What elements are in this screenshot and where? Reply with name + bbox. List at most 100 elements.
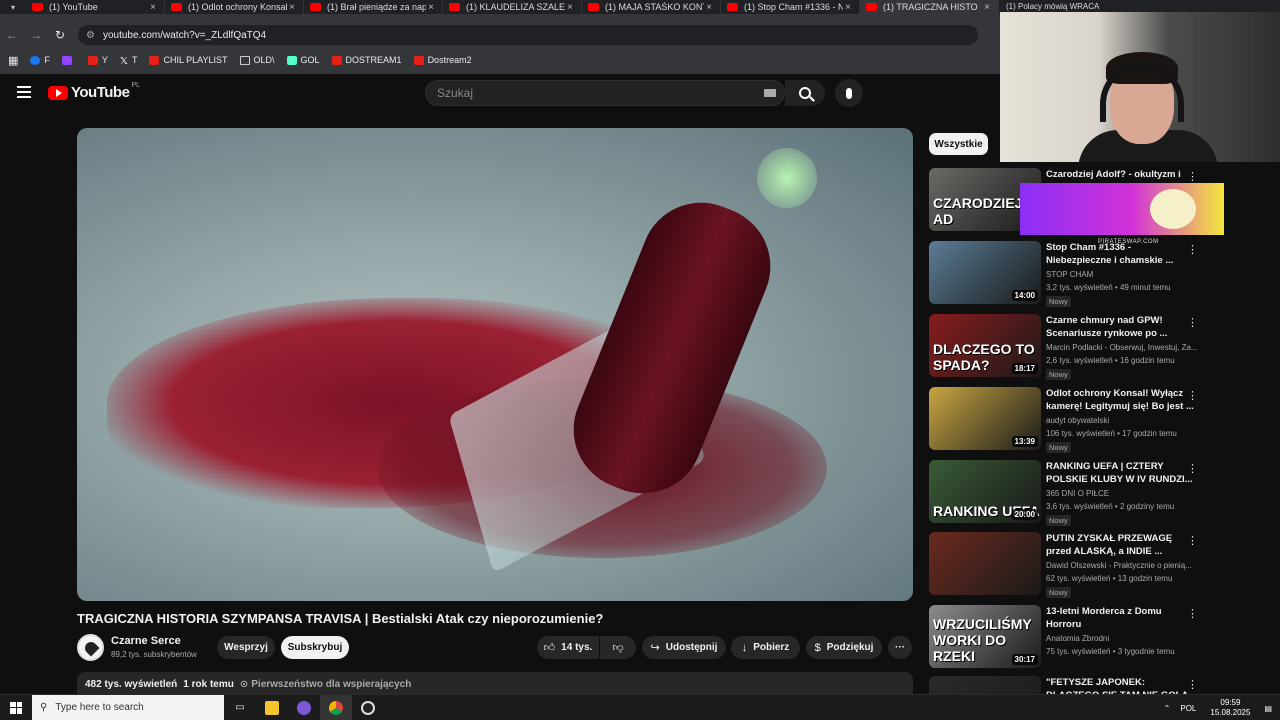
more-options-icon[interactable]: ⋮	[1187, 243, 1198, 256]
close-icon[interactable]: ×	[287, 2, 297, 13]
apps-icon[interactable]: ▦	[8, 54, 18, 67]
tab-search-button[interactable]: ▾	[0, 0, 26, 14]
more-options-icon[interactable]: ⋮	[1187, 678, 1198, 691]
recommendation-title[interactable]: Czarne chmury nad GPW! Scenariusze rynko…	[1046, 314, 1196, 340]
tray-chevron-icon[interactable]: ⌃	[1164, 704, 1171, 713]
recommendation-title[interactable]: RANKING UEFA | CZTERY POLSKIE KLUBY W IV…	[1046, 460, 1196, 486]
obs-icon[interactable]	[352, 695, 384, 720]
recommendation-channel[interactable]: Dawid Olszewski - Praktycznie o pienią..…	[1046, 561, 1198, 570]
channel-avatar[interactable]	[77, 634, 104, 661]
bookmark-item[interactable]: DOSTREAM1	[331, 55, 402, 65]
browser-tab[interactable]: (1) KLAUDELIZA SZALEJE ×	[443, 0, 582, 14]
bookmark-item[interactable]: F	[30, 55, 50, 65]
close-icon[interactable]: ×	[704, 2, 714, 13]
url-field[interactable]: ⚙ youtube.com/watch?v=_ZLdlfQaTQ4	[78, 25, 978, 45]
browser-tab[interactable]: (1) Odlot ochrony Konsal! ×	[165, 0, 304, 14]
dislike-button[interactable]: 👎︎	[600, 636, 636, 659]
keyboard-icon[interactable]	[764, 89, 776, 97]
clock[interactable]: 09:59 15.08.2025	[1210, 698, 1250, 718]
more-options-icon[interactable]: ⋮	[1187, 170, 1198, 183]
bookmark-item[interactable]: GOL	[286, 55, 320, 65]
share-button[interactable]: ↪ Udostępnij	[642, 636, 726, 659]
close-icon[interactable]: ×	[565, 2, 575, 13]
recommendation-channel[interactable]: STOP CHAM	[1046, 270, 1198, 279]
close-icon[interactable]: ×	[148, 2, 158, 13]
browser-tab[interactable]: (1) MAJA STAŚKO KONTRA×	[582, 0, 721, 14]
thumbs-up-icon: 👍︎	[543, 642, 556, 654]
more-options-icon[interactable]: ⋮	[1187, 389, 1198, 402]
close-icon[interactable]: ×	[843, 2, 853, 13]
youtube-icon	[588, 3, 599, 11]
support-button[interactable]: Wesprzyj	[217, 636, 275, 659]
video-thumbnail[interactable]: RANKING UEFA 20:00	[929, 460, 1041, 523]
members-perk: Pierwszeństwo dla wspierających	[251, 679, 412, 690]
recommendation-title[interactable]: PUTIN ZYSKAŁ PRZEWAGĘ przed ALASKĄ, a IN…	[1046, 532, 1196, 558]
search-input[interactable]: Szukaj	[425, 80, 785, 106]
more-actions-button[interactable]: ···	[888, 636, 912, 659]
video-duration: 13:39	[1011, 436, 1038, 447]
recommendation-item[interactable]: 13:39 Odlot ochrony Konsal! Wyłącz kamerę…	[929, 387, 1269, 453]
bookmark-item[interactable]: Dostream2	[413, 55, 472, 65]
browser-tab[interactable]: (1) Brał pieniądze za naprawy×	[304, 0, 443, 14]
app-icon[interactable]	[288, 695, 320, 720]
download-button[interactable]: ↓ Pobierz	[731, 636, 800, 659]
recommendation-channel[interactable]: audyt obywatelski	[1046, 416, 1198, 425]
more-options-icon[interactable]: ⋮	[1187, 462, 1198, 475]
recommendation-channel[interactable]: Anatomia Zbrodni	[1046, 634, 1198, 643]
description-box[interactable]: 482 tys. wyświetleń 1 rok temu ⊙ Pierwsz…	[77, 672, 913, 694]
menu-icon[interactable]	[17, 86, 31, 98]
bookmark-item[interactable]: CHIL PLAYLIST	[149, 55, 228, 65]
like-button[interactable]: 👍︎ 14 tys.	[537, 636, 599, 659]
browser-tab[interactable]: (1) YouTube ×	[26, 0, 165, 14]
video-thumbnail[interactable]	[929, 532, 1041, 595]
system-tray: ⌃ POL 09:59 15.08.2025 ▤	[1164, 695, 1280, 720]
site-info-icon[interactable]: ⚙	[86, 30, 95, 41]
forward-button[interactable]: →	[24, 28, 48, 42]
more-options-icon[interactable]: ⋮	[1187, 316, 1198, 329]
video-thumbnail[interactable]: 13:39	[929, 387, 1041, 450]
taskbar-search[interactable]: ⚲ Type here to search	[32, 694, 224, 720]
recommendation-title[interactable]: Czarodziej Adolf? - okultyzm i	[1046, 168, 1196, 181]
video-player[interactable]	[77, 128, 913, 601]
bookmark-item[interactable]: OLD\	[239, 55, 275, 65]
close-icon[interactable]: ×	[426, 2, 436, 13]
recommendation-item[interactable]: DLACZEGO TO SPADA? 18:17 Czarne chmury nad…	[929, 314, 1269, 380]
thanks-button[interactable]: $ Podziękuj	[806, 636, 882, 659]
url-text: youtube.com/watch?v=_ZLdlfQaTQ4	[102, 29, 267, 41]
channel-name[interactable]: Czarne Serce	[111, 635, 181, 647]
file-explorer-icon[interactable]	[256, 695, 288, 720]
bookmark-item[interactable]	[61, 55, 76, 65]
overlay-tab[interactable]: (1) Polacy mówią WRACA	[1000, 0, 1280, 12]
reload-button[interactable]: ↻	[48, 28, 72, 42]
search-button[interactable]	[785, 80, 825, 106]
bookmark-item[interactable]: 𝕏T	[120, 55, 138, 67]
start-button[interactable]	[0, 695, 32, 720]
video-thumbnail[interactable]: 14:00	[929, 241, 1041, 304]
video-thumbnail[interactable]: DLACZEGO TO SPADA? 18:17	[929, 314, 1041, 377]
chrome-icon[interactable]	[320, 694, 352, 720]
more-options-icon[interactable]: ⋮	[1187, 607, 1198, 620]
recommendation-title[interactable]: 13-letni Morderca z Domu Horroru	[1046, 605, 1196, 631]
browser-tab[interactable]: (1) TRAGICZNA HISTO ×	[860, 0, 999, 14]
recommendation-item[interactable]: RANKING UEFA 20:00 RANKING UEFA | CZTERY P…	[929, 460, 1269, 526]
language-indicator[interactable]: POL	[1180, 704, 1196, 713]
bookmark-item[interactable]: Y	[87, 55, 108, 65]
clock-date: 15.08.2025	[1210, 708, 1251, 717]
back-button[interactable]: ←	[0, 28, 24, 42]
recommendation-channel[interactable]: Marcin Podlacki - Obserwuj, Inwestuj, Za…	[1046, 343, 1198, 352]
video-thumbnail[interactable]: WRZUCILIŚMY WORKI DO RZEKI 30:17	[929, 605, 1041, 668]
more-options-icon[interactable]: ⋮	[1187, 534, 1198, 547]
youtube-logo[interactable]: YouTube PL	[48, 82, 140, 101]
recommendation-item[interactable]: PUTIN ZYSKAŁ PRZEWAGĘ przed ALASKĄ, a IN…	[929, 532, 1269, 598]
voice-search-button[interactable]	[835, 79, 863, 107]
recommendation-item[interactable]: 14:00 Stop Cham #1336 - Niebezpieczne i c…	[929, 241, 1269, 307]
browser-tab[interactable]: (1) Stop Cham #1336 - Ni ×	[721, 0, 860, 14]
close-icon[interactable]: ×	[982, 2, 992, 13]
recommendation-item[interactable]: WRZUCILIŚMY WORKI DO RZEKI 30:17 13-letni …	[929, 605, 1269, 671]
recommendation-title[interactable]: Odlot ochrony Konsal! Wyłącz kamerę! Leg…	[1046, 387, 1196, 413]
recommendation-channel[interactable]: 365 DNI O PIŁCE	[1046, 489, 1198, 498]
filter-chip-all[interactable]: Wszystkie	[929, 133, 988, 155]
notifications-icon[interactable]: ▤	[1264, 704, 1272, 713]
task-view-icon[interactable]: ▭	[224, 695, 256, 720]
subscribe-button[interactable]: Subskrybuj	[281, 636, 349, 659]
